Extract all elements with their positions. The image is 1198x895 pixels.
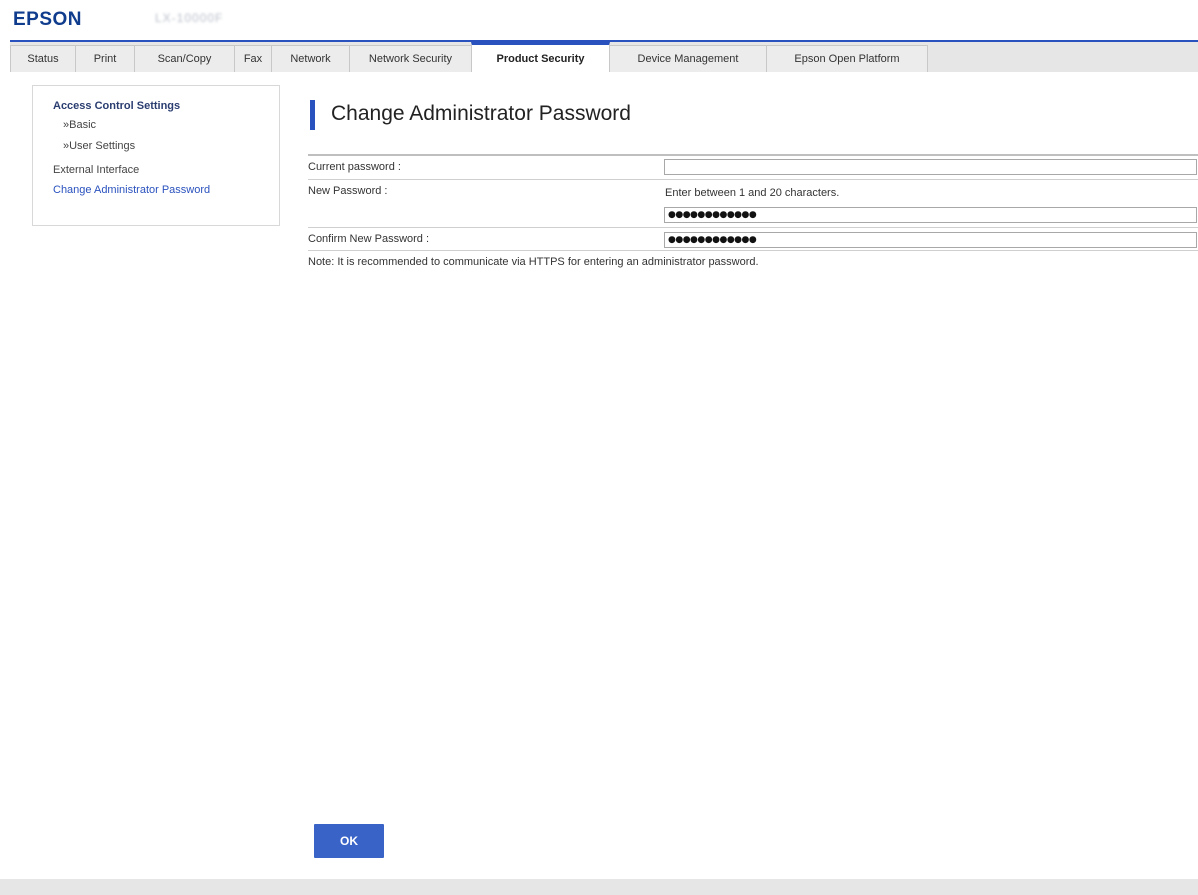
tab-print[interactable]: Print [75, 45, 135, 72]
divider [308, 227, 1198, 228]
tab-product-security[interactable]: Product Security [471, 42, 610, 72]
tab-label: Print [93, 53, 117, 65]
new-password-hint: Enter between 1 and 20 characters. [665, 187, 840, 199]
divider [308, 250, 1198, 251]
tab-label: Network Security [368, 53, 453, 65]
tab-epson-open-platform[interactable]: Epson Open Platform [766, 45, 928, 72]
model-name: LX-10000F [155, 11, 224, 25]
confirm-password-input[interactable]: ●●●●●●●●●●●● [664, 232, 1197, 248]
tab-fax[interactable]: Fax [234, 45, 272, 72]
ok-button[interactable]: OK [314, 824, 384, 858]
tab-bar: Status Print Scan/Copy Fax Network Netwo… [10, 42, 928, 72]
tab-label: Fax [243, 53, 263, 65]
sidebar-item-basic[interactable]: »Basic [63, 119, 96, 131]
new-password-input[interactable]: ●●●●●●●●●●●● [664, 207, 1197, 223]
header: EPSON LX-10000F [0, 0, 1198, 40]
tab-label: Scan/Copy [157, 53, 212, 65]
current-password-input[interactable] [664, 159, 1197, 175]
page-title: Change Administrator Password [331, 102, 631, 125]
sidebar-item-change-admin-password[interactable]: Change Administrator Password [53, 184, 210, 196]
epson-logo: EPSON [13, 9, 83, 30]
confirm-password-label: Confirm New Password : [308, 233, 430, 245]
tab-label: Status [27, 53, 59, 65]
sidebar-item-external-interface[interactable]: External Interface [53, 164, 139, 176]
divider [308, 179, 1198, 180]
tab-network-security[interactable]: Network Security [349, 45, 472, 72]
content-area: Access Control Settings »Basic »User Set… [10, 72, 1198, 879]
tab-network[interactable]: Network [271, 45, 350, 72]
ok-button-label: OK [340, 834, 358, 848]
divider [308, 154, 1198, 156]
new-password-label: New Password : [308, 185, 388, 197]
current-password-label: Current password : [308, 161, 401, 173]
https-note: Note: It is recommended to communicate v… [308, 256, 759, 268]
main-frame: Status Print Scan/Copy Fax Network Netwo… [10, 42, 1198, 879]
title-accent-bar [310, 100, 315, 130]
tab-label: Device Management [637, 53, 739, 65]
tab-status[interactable]: Status [10, 45, 76, 72]
tab-device-management[interactable]: Device Management [609, 45, 767, 72]
sidebar-group-access-control[interactable]: Access Control Settings [53, 100, 180, 112]
sidebar: Access Control Settings »Basic »User Set… [32, 85, 280, 226]
tab-label: Network [290, 53, 331, 65]
sidebar-item-user-settings[interactable]: »User Settings [63, 140, 135, 152]
footer-bar [0, 879, 1198, 895]
tab-label: Product Security [496, 52, 585, 65]
tab-scan-copy[interactable]: Scan/Copy [134, 45, 235, 72]
tab-label: Epson Open Platform [794, 53, 900, 65]
